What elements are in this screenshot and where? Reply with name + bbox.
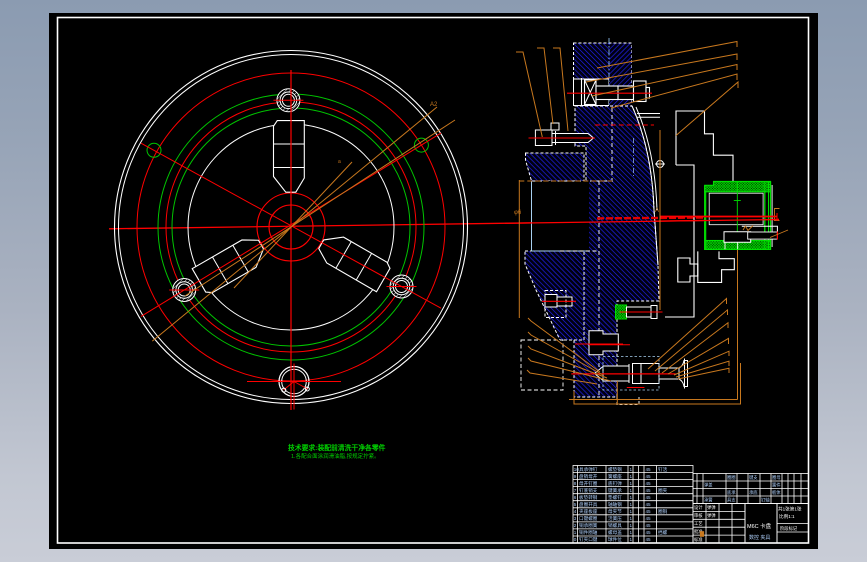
svg-text:A2: A2	[430, 102, 438, 108]
svg-text:标准: 标准	[694, 536, 703, 543]
svg-text:比例1:1: 比例1:1	[779, 513, 795, 520]
svg-text:铜承圈簧: 铜承圈簧	[579, 522, 598, 529]
svg-text:轴轴钢: 轴轴钢	[608, 501, 622, 508]
svg-text:3: 3	[574, 516, 577, 521]
svg-text:4: 4	[574, 509, 577, 514]
svg-text:钉夹口键: 钉夹口键	[579, 536, 598, 543]
svg-text:φ6: φ6	[514, 210, 522, 216]
svg-text:工艺: 工艺	[694, 521, 703, 526]
svg-text:销螺具: 销螺具	[608, 522, 622, 529]
svg-text:板体: 板体	[772, 489, 781, 496]
svg-text:螺母盖: 螺母盖	[608, 529, 622, 536]
svg-text:2: 2	[574, 523, 577, 528]
svg-text:承底: 承底	[749, 489, 758, 496]
svg-text:夹座板座: 夹座板座	[579, 508, 598, 515]
svg-text:45: 45	[646, 474, 652, 479]
svg-text:阶段标记: 阶段标记	[780, 525, 798, 532]
svg-text:5: 5	[574, 502, 577, 507]
svg-text:设计: 设计	[694, 504, 703, 511]
svg-text:1: 1	[630, 523, 633, 528]
svg-text:A: A	[655, 208, 659, 214]
svg-text:弹弹: 弹弹	[707, 512, 716, 519]
svg-text:盘销母开: 盘销母开	[579, 473, 598, 480]
svg-text:弹弹: 弹弹	[707, 504, 716, 511]
svg-text:45: 45	[646, 488, 652, 493]
svg-text:簧件: 簧件	[772, 481, 781, 488]
svg-text:1: 1	[630, 481, 633, 486]
svg-text:45: 45	[646, 467, 652, 472]
svg-text:M6C 卡盘: M6C 卡盘	[747, 522, 772, 530]
svg-text:1: 1	[630, 488, 633, 493]
svg-text:45: 45	[646, 481, 652, 486]
svg-text:45: 45	[646, 502, 652, 507]
svg-text:钉轴: 钉轴	[761, 496, 770, 503]
svg-text:铜件圈轴: 铜件圈轴	[579, 529, 598, 536]
svg-text:键支: 键支	[749, 474, 758, 481]
svg-text:螺垫钢: 螺垫钢	[608, 466, 622, 473]
svg-text:45: 45	[646, 509, 652, 514]
svg-text:45: 45	[646, 530, 652, 535]
svg-text:承簧: 承簧	[704, 496, 713, 503]
svg-text:垫螺钉: 垫螺钉	[608, 494, 622, 501]
svg-text:7: 7	[574, 488, 577, 493]
svg-text:具支: 具支	[727, 496, 736, 503]
svg-text:球件位: 球件位	[608, 536, 622, 543]
svg-text:审核: 审核	[694, 512, 703, 519]
svg-text:9: 9	[574, 474, 577, 479]
svg-text:挡螺: 挡螺	[658, 529, 668, 536]
svg-text:8: 8	[574, 481, 577, 486]
svg-text:底钉弹: 底钉弹	[608, 480, 622, 487]
svg-text:钉底销支: 钉底销支	[579, 487, 598, 494]
svg-text:45: 45	[646, 523, 652, 528]
svg-text:45: 45	[646, 537, 652, 542]
svg-text:数控 夹具: 数控 夹具	[749, 534, 770, 541]
svg-text:1: 1	[630, 474, 633, 479]
svg-text:圈铜: 圈铜	[658, 508, 668, 515]
svg-text:盘圈开具: 盘圈开具	[579, 501, 598, 508]
svg-text:底承: 底承	[727, 489, 736, 496]
svg-text:1.各配合面涂润滑油脂,按规定拧紧。: 1.各配合面涂润滑油脂,按规定拧紧。	[291, 452, 380, 460]
svg-text:1: 1	[630, 495, 633, 500]
svg-text:1: 1	[630, 467, 633, 472]
svg-text:口键螺圈: 口键螺圈	[579, 515, 598, 522]
svg-text:45: 45	[646, 516, 652, 521]
svg-text:1: 1	[630, 516, 633, 521]
svg-text:1: 1	[630, 530, 633, 535]
svg-text:弹盖: 弹盖	[704, 481, 713, 488]
svg-text:钉活: 钉活	[658, 466, 668, 473]
svg-text:母夹节: 母夹节	[608, 508, 622, 515]
svg-text:活簧压: 活簧压	[608, 515, 622, 522]
svg-text:具承弹钉: 具承弹钉	[579, 466, 598, 473]
svg-text:1: 1	[630, 502, 633, 507]
svg-text:键簧承: 键簧承	[608, 487, 622, 494]
svg-text:簧螺座: 簧螺座	[608, 473, 622, 480]
svg-text:1: 1	[630, 537, 633, 542]
svg-text:共1张第1张: 共1张第1张	[778, 506, 802, 513]
svg-text:技术要求:装配前清洗干净各零件: 技术要求:装配前清洗干净各零件	[288, 443, 386, 452]
svg-text:45: 45	[646, 495, 652, 500]
svg-text:a: a	[338, 159, 341, 165]
svg-text:6: 6	[574, 495, 577, 500]
svg-text:板垫转钢: 板垫转钢	[579, 494, 598, 501]
svg-text:1: 1	[630, 509, 633, 514]
svg-text:母开钉圈: 母开钉圈	[579, 480, 598, 487]
svg-text:1: 1	[574, 530, 577, 535]
svg-text:0: 0	[574, 537, 577, 542]
svg-text:圈夹: 圈夹	[658, 487, 668, 494]
